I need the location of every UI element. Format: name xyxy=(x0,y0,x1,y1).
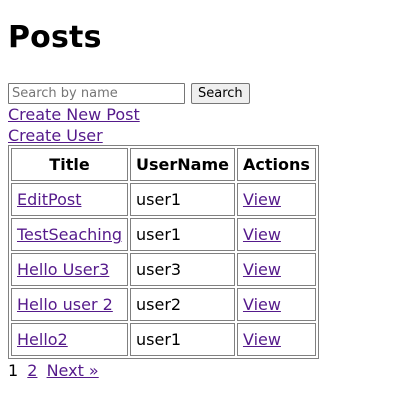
search-input[interactable] xyxy=(8,82,185,104)
actions-cell: View xyxy=(236,183,316,216)
header-actions: Actions xyxy=(236,148,316,181)
username-cell: user1 xyxy=(130,183,235,216)
post-title-link[interactable]: Hello User3 xyxy=(17,260,109,279)
view-link[interactable]: View xyxy=(243,190,281,209)
view-link[interactable]: View xyxy=(243,260,281,279)
username-cell: user1 xyxy=(130,323,235,356)
header-username: UserName xyxy=(130,148,235,181)
view-link[interactable]: View xyxy=(243,225,281,244)
username-cell: user3 xyxy=(130,253,235,286)
posts-table: Title UserName Actions EditPost user1 Vi… xyxy=(8,145,319,359)
table-row: Hello2 user1 View xyxy=(11,323,316,356)
username-cell: user1 xyxy=(130,218,235,251)
post-title-link[interactable]: TestSeaching xyxy=(17,225,122,244)
header-title: Title xyxy=(11,148,128,181)
actions-cell: View xyxy=(236,253,316,286)
page-title: Posts xyxy=(8,20,102,55)
actions-cell: View xyxy=(236,323,316,356)
actions-cell: View xyxy=(236,218,316,251)
pagination-current-page: 1 xyxy=(8,361,19,380)
post-title-link[interactable]: Hello2 xyxy=(17,330,68,349)
table-row: TestSeaching user1 View xyxy=(11,218,316,251)
title-cell: EditPost xyxy=(11,183,128,216)
title-cell: Hello2 xyxy=(11,323,128,356)
pagination: 1 2 Next » xyxy=(8,360,103,382)
title-cell: Hello User3 xyxy=(11,253,128,286)
table-row: EditPost user1 View xyxy=(11,183,316,216)
create-user-link[interactable]: Create User xyxy=(8,126,103,146)
table-row: Hello User3 user3 View xyxy=(11,253,316,286)
search-button[interactable]: Search xyxy=(191,82,250,104)
username-cell: user2 xyxy=(130,288,235,321)
table-header-row: Title UserName Actions xyxy=(11,148,316,181)
post-title-link[interactable]: Hello user 2 xyxy=(17,295,113,314)
table-row: Hello user 2 user2 View xyxy=(11,288,316,321)
actions-cell: View xyxy=(236,288,316,321)
pagination-next-link[interactable]: Next » xyxy=(47,361,99,380)
view-link[interactable]: View xyxy=(243,295,281,314)
title-cell: Hello user 2 xyxy=(11,288,128,321)
view-link[interactable]: View xyxy=(243,330,281,349)
create-new-post-link[interactable]: Create New Post xyxy=(8,105,140,125)
search-form: Search xyxy=(8,82,250,104)
post-title-link[interactable]: EditPost xyxy=(17,190,81,209)
pagination-page-2-link[interactable]: 2 xyxy=(27,361,37,380)
title-cell: TestSeaching xyxy=(11,218,128,251)
